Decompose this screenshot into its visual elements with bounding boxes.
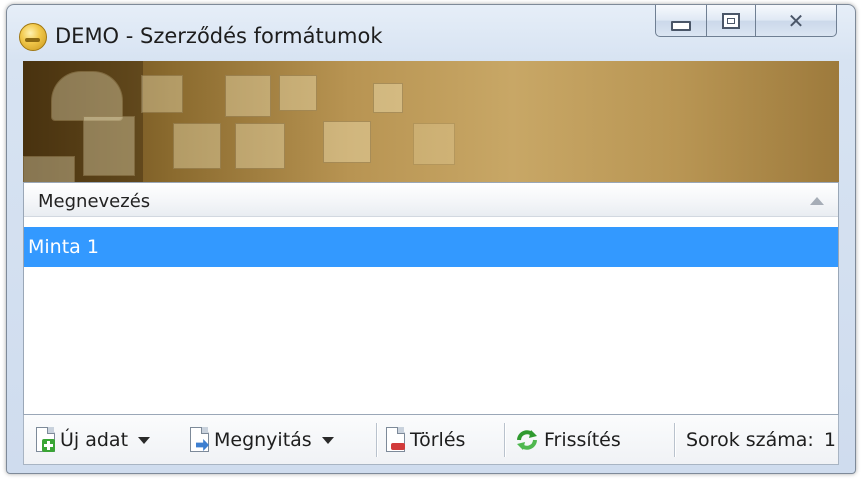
banner-tile [51, 71, 123, 121]
banner-tile [141, 75, 183, 113]
row-count-label: Sorok száma: [686, 429, 814, 451]
banner-tile [323, 121, 371, 163]
delete-record-button[interactable]: Törlés [386, 415, 465, 465]
toolbar-separator [376, 423, 377, 457]
window-title: DEMO - Szerződés formátumok [55, 24, 383, 48]
sort-ascending-icon[interactable] [810, 197, 824, 205]
title-bar[interactable]: DEMO - Szerződés formátumok ✕ [7, 5, 855, 61]
banner-tile [413, 123, 455, 165]
banner-tile [83, 116, 135, 176]
open-record-button[interactable]: Megnyitás [190, 415, 334, 465]
chevron-down-icon[interactable] [321, 436, 334, 444]
new-document-icon [36, 427, 56, 453]
banner-tile [235, 123, 285, 169]
application-window: DEMO - Szerződés formátumok ✕ Megnevezés… [6, 4, 856, 474]
maximize-icon [722, 12, 740, 29]
banner-tile [173, 123, 221, 169]
delete-record-label: Törlés [410, 429, 466, 451]
bottom-toolbar: Új adat Megnyitás Törlés Frissítés Sorok… [23, 415, 839, 465]
new-record-label: Új adat [60, 429, 129, 451]
banner-tile [23, 156, 75, 182]
data-grid[interactable]: Megnevezés Minta 1 [23, 182, 839, 415]
row-count-value: 1 [823, 429, 836, 451]
table-cell-name[interactable]: Minta 1 [28, 236, 99, 258]
open-document-icon [190, 427, 210, 453]
column-header-name[interactable]: Megnevezés [38, 191, 150, 212]
banner-tile [373, 83, 403, 113]
refresh-icon [514, 427, 540, 453]
open-record-label: Megnyitás [214, 429, 312, 451]
app-coin-icon[interactable] [19, 23, 47, 51]
delete-document-icon [386, 427, 406, 453]
new-record-button[interactable]: Új adat [36, 415, 151, 465]
toolbar-separator [674, 423, 675, 457]
header-banner [23, 61, 839, 182]
chevron-down-icon[interactable] [138, 436, 151, 444]
refresh-button[interactable]: Frissítés [514, 415, 621, 465]
banner-tile [279, 75, 317, 111]
row-count: Sorok száma: 1 [686, 415, 836, 465]
maximize-button[interactable] [706, 5, 756, 37]
banner-tile [225, 75, 271, 117]
close-button[interactable]: ✕ [755, 5, 837, 37]
grid-header: Megnevezés [24, 183, 838, 217]
close-icon: ✕ [787, 8, 805, 33]
refresh-label: Frissítés [544, 429, 621, 451]
minimize-icon [671, 20, 691, 31]
table-row[interactable]: Minta 1 [24, 227, 838, 267]
minimize-button[interactable] [655, 5, 707, 37]
toolbar-separator [504, 423, 505, 457]
